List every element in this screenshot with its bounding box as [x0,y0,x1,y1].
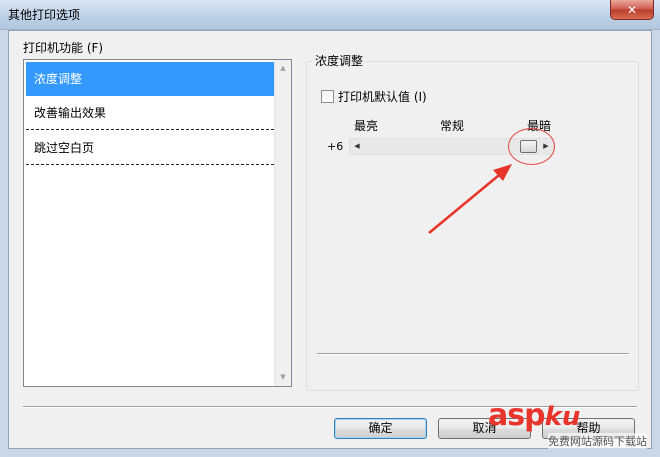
watermark-logo: aspku [488,398,580,433]
title-bar: 其他打印选项 ✕ [0,0,660,30]
red-arrow-annotation-icon [428,164,512,234]
group-divider [317,353,629,355]
watermark-ku: ku [544,402,581,432]
dialog-body: 打印机功能 (F) 浓度调整 改善输出效果 跳过空白页 ▲ ▼ 浓度调整 打印机… [8,30,652,449]
ok-button-label: 确定 [368,421,393,435]
ok-button[interactable]: 确定 [334,418,427,439]
close-icon: ✕ [626,2,638,17]
watermark-asp: asp [488,398,546,433]
watermark-subtext: 免费网站源码下载站 [548,433,647,449]
close-button[interactable]: ✕ [610,0,654,20]
window-title: 其他打印选项 [8,8,81,22]
